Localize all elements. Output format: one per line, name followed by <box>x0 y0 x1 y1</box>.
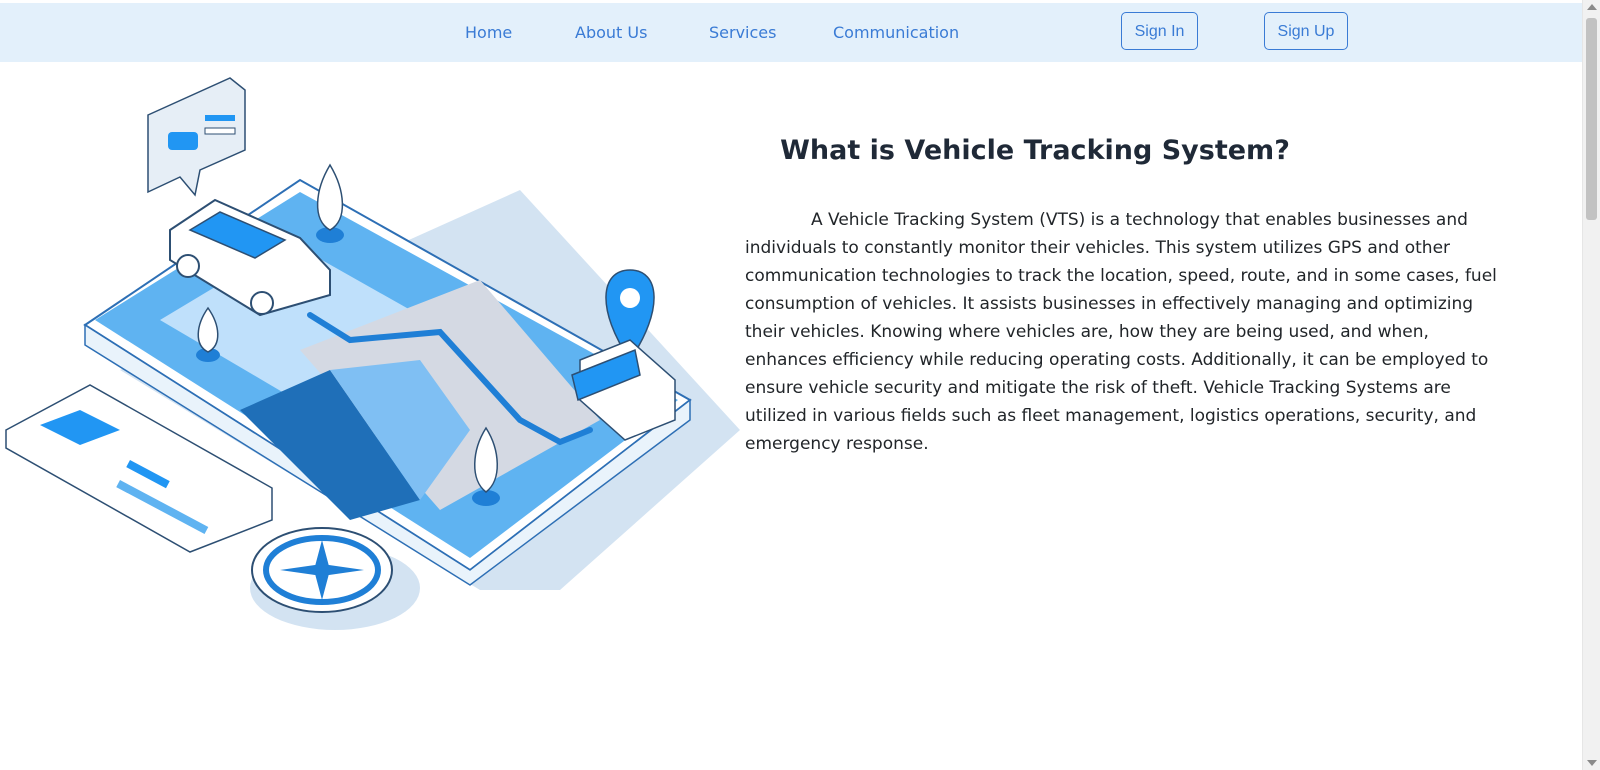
scroll-down-arrow-icon[interactable] <box>1587 760 1597 766</box>
compass-icon <box>250 527 420 630</box>
nav-link-home[interactable]: Home <box>465 23 512 42</box>
sign-in-button[interactable]: Sign In <box>1121 12 1198 50</box>
vertical-scrollbar[interactable] <box>1582 0 1600 770</box>
top-navbar: Home About Us Services Communication Sig… <box>0 3 1582 62</box>
intro-paragraph: A Vehicle Tracking System (VTS) is a tec… <box>745 210 1497 454</box>
scrollbar-thumb[interactable] <box>1586 18 1597 220</box>
scroll-up-arrow-icon[interactable] <box>1587 4 1597 10</box>
page-title: What is Vehicle Tracking System? <box>780 135 1290 166</box>
sign-up-button[interactable]: Sign Up <box>1264 12 1348 50</box>
page: Home About Us Services Communication Sig… <box>0 0 1600 770</box>
nav-link-communication[interactable]: Communication <box>833 23 959 42</box>
nav-link-services[interactable]: Services <box>709 23 776 42</box>
vehicle-tracking-illustration <box>5 77 740 630</box>
chat-bubble-icon <box>147 77 246 197</box>
nav-link-about-us[interactable]: About Us <box>575 23 647 42</box>
